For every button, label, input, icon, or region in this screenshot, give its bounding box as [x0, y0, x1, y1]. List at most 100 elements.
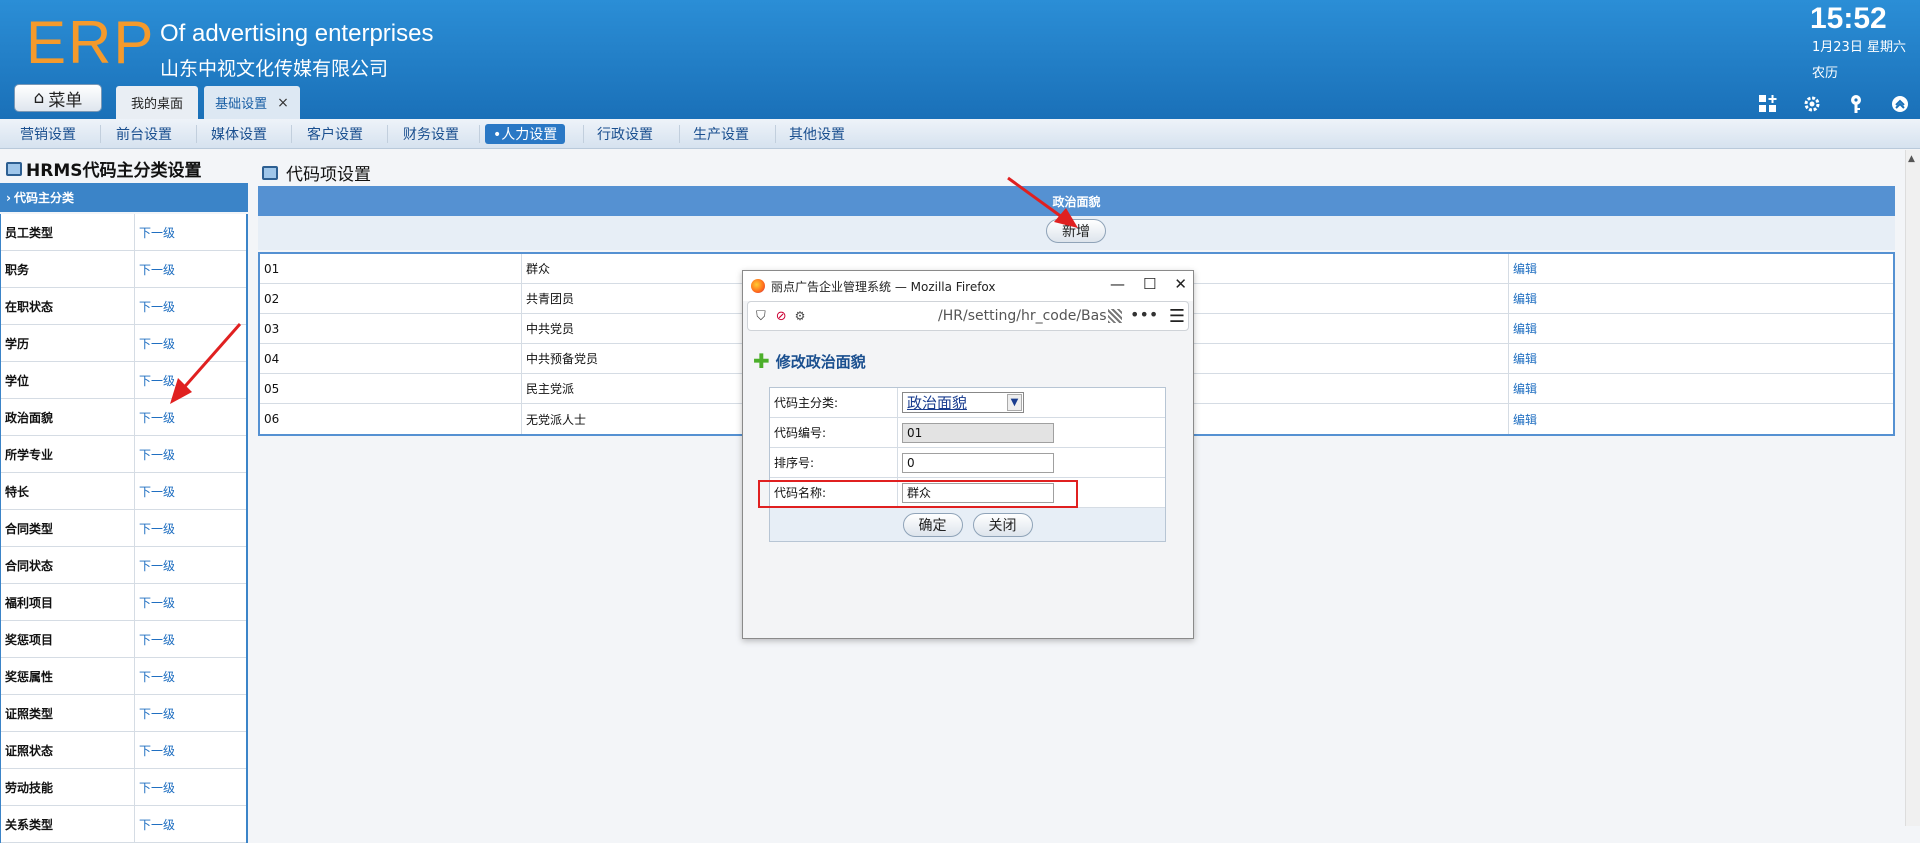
highlight-box: [758, 480, 1078, 508]
qr-code-icon[interactable]: [1108, 309, 1122, 323]
clock-time: 15:52: [1810, 2, 1887, 35]
tab-basic-settings[interactable]: 基础设置 ×: [204, 86, 300, 119]
next-level-link[interactable]: 下一级: [135, 584, 175, 620]
shield-icon: ⛉: [756, 308, 766, 324]
edit-link[interactable]: 编辑: [1509, 404, 1537, 434]
lunar-calendar-link[interactable]: 农历: [1812, 62, 1838, 81]
code-cell: 01: [260, 254, 522, 283]
more-options-icon[interactable]: •••: [1130, 305, 1158, 324]
dialog-titlebar: 丽点广告企业管理系统 — Mozilla Firefox — ☐ ✕: [743, 271, 1193, 301]
key-icon[interactable]: [1844, 92, 1868, 116]
list-item: 在职状态 下一级: [1, 288, 246, 325]
close-button[interactable]: 关闭: [972, 512, 1033, 537]
nav-admin-settings[interactable]: 行政设置: [589, 124, 661, 144]
category-name: 学历: [1, 325, 135, 361]
category-name: 奖惩属性: [1, 658, 135, 694]
maximize-icon[interactable]: ☐: [1143, 275, 1156, 293]
page-scrollbar[interactable]: ▲: [1905, 150, 1920, 826]
window-controls: — ☐ ✕: [1110, 275, 1187, 293]
category-name: 证照状态: [1, 732, 135, 768]
confirm-button[interactable]: 确定: [902, 512, 963, 537]
next-level-link[interactable]: 下一级: [135, 473, 175, 509]
nav-media-settings[interactable]: 媒体设置: [203, 124, 275, 144]
firefox-icon: [751, 279, 765, 293]
nav-divider: [196, 125, 197, 143]
next-level-link[interactable]: 下一级: [135, 251, 175, 287]
nav-divider: [100, 125, 101, 143]
nav-finance-settings[interactable]: 财务设置: [395, 124, 467, 144]
edit-link[interactable]: 编辑: [1509, 314, 1537, 343]
next-level-link[interactable]: 下一级: [135, 806, 175, 842]
next-level-link[interactable]: 下一级: [135, 399, 175, 435]
next-level-link[interactable]: 下一级: [135, 288, 175, 324]
close-icon[interactable]: ×: [277, 95, 289, 111]
next-level-link[interactable]: 下一级: [135, 658, 175, 694]
grid-add-icon[interactable]: [1756, 92, 1780, 116]
order-input[interactable]: 0: [902, 452, 1054, 473]
plus-icon: ✚: [753, 349, 770, 373]
code-cell: 06: [260, 404, 522, 434]
nav-customer-settings[interactable]: 客户设置: [299, 124, 371, 144]
list-item: 所学专业 下一级: [1, 436, 246, 473]
list-item: 政治面貌 下一级: [1, 399, 246, 436]
next-level-link[interactable]: 下一级: [135, 547, 175, 583]
close-icon[interactable]: ✕: [1174, 275, 1187, 293]
category-name: 劳动技能: [1, 769, 135, 805]
edit-link[interactable]: 编辑: [1509, 374, 1537, 403]
list-item: 职务 下一级: [1, 251, 246, 288]
nav-divider: [479, 125, 480, 143]
next-level-link[interactable]: 下一级: [135, 621, 175, 657]
nav-production-settings[interactable]: 生产设置: [685, 124, 757, 144]
nav-divider: [291, 125, 292, 143]
edit-link[interactable]: 编辑: [1509, 344, 1537, 373]
erp-logo: ERP: [26, 9, 156, 76]
minimize-icon[interactable]: —: [1110, 275, 1125, 293]
edit-link[interactable]: 编辑: [1509, 254, 1537, 283]
category-name: 合同类型: [1, 510, 135, 546]
permissions-icon: ⚙: [794, 309, 806, 323]
nav-marketing-settings[interactable]: 营销设置: [12, 124, 84, 144]
hamburger-menu-icon[interactable]: ☰: [1169, 306, 1185, 327]
gear-icon[interactable]: [1800, 92, 1824, 116]
tab-my-desktop[interactable]: 我的桌面: [116, 86, 198, 119]
category-value-cell: 政治面貌 ▼: [898, 388, 1024, 417]
left-panel-title-text: HRMS代码主分类设置: [26, 161, 202, 181]
category-select[interactable]: 政治面貌 ▼: [902, 392, 1024, 413]
add-button[interactable]: 新增: [1046, 219, 1106, 243]
category-list: 员工类型 下一级 职务 下一级 在职状态 下一级 学历 下一级 学位 下一级 政治面貌 下一…: [0, 214, 248, 843]
next-level-link[interactable]: 下一级: [135, 362, 175, 398]
form-row-category: 代码主分类: 政治面貌 ▼: [770, 388, 1165, 418]
url-text: /HR/setting/hr_code/Bas: [938, 308, 1107, 324]
nav-front-desk-settings[interactable]: 前台设置: [108, 124, 180, 144]
next-level-link[interactable]: 下一级: [135, 214, 175, 250]
code-cell: 04: [260, 344, 522, 373]
collapse-up-icon[interactable]: [1888, 92, 1912, 116]
nav-divider: [387, 125, 388, 143]
list-item: 员工类型 下一级: [1, 214, 246, 251]
scroll-up-icon[interactable]: ▲: [1908, 154, 1915, 164]
tab-label: 我的桌面: [130, 97, 183, 112]
next-level-link[interactable]: 下一级: [135, 695, 175, 731]
main-menu-button[interactable]: ⌂ 菜单: [14, 84, 102, 112]
list-item: 劳动技能 下一级: [1, 769, 246, 806]
header-toolbar: [1756, 92, 1912, 116]
url-bar[interactable]: ⛉ ⊘ ⚙ /HR/setting/hr_code/Bas •••: [747, 301, 1189, 331]
next-level-link[interactable]: 下一级: [135, 732, 175, 768]
next-level-link[interactable]: 下一级: [135, 436, 175, 472]
next-level-link[interactable]: 下一级: [135, 769, 175, 805]
home-icon: ⌂: [33, 88, 45, 108]
computer-icon: [6, 161, 22, 176]
category-list-header: › 代码主分类: [0, 183, 248, 212]
nav-divider: [583, 125, 584, 143]
list-item: 关系类型 下一级: [1, 806, 246, 843]
next-level-link[interactable]: 下一级: [135, 510, 175, 546]
next-level-link[interactable]: 下一级: [135, 325, 175, 361]
category-name: 福利项目: [1, 584, 135, 620]
order-label: 排序号:: [770, 448, 898, 477]
dialog-window-title: 丽点广告企业管理系统 — Mozilla Firefox: [771, 279, 996, 294]
nav-hr-settings[interactable]: •人力设置: [485, 124, 566, 144]
form-buttons: 确定 关闭: [770, 508, 1165, 541]
nav-other-settings[interactable]: 其他设置: [781, 124, 853, 144]
clock-date: 1月23日 星期六: [1812, 40, 1906, 55]
edit-link[interactable]: 编辑: [1509, 284, 1537, 313]
